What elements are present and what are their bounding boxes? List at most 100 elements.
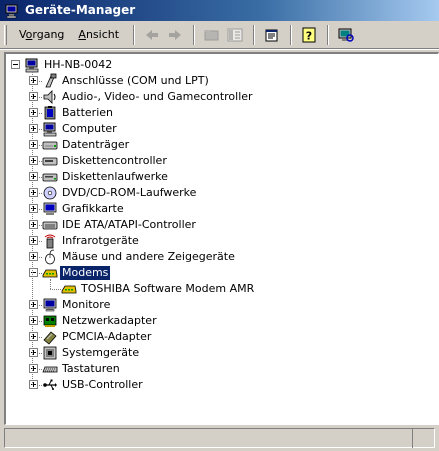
mouse-icon [42,249,58,265]
tree-expander-0[interactable] [29,76,38,85]
arrow-right-icon [169,29,182,40]
tree-category-node[interactable]: Diskettenlaufwerke [42,169,170,185]
tree-expander-6[interactable] [29,172,38,181]
floppy-drive-icon [42,169,58,185]
arrow-left-icon [146,29,159,40]
toolbar-separator [290,24,293,45]
tree-expander-13[interactable] [29,300,38,309]
pcmcia-icon [42,329,58,345]
infrared-icon [42,233,58,249]
tree-expander-10[interactable] [29,236,38,245]
show-hide-tree-icon [227,28,243,41]
floppy-controller-icon [42,153,58,169]
tree-expander-4[interactable] [29,140,38,149]
tree-category-node[interactable]: Infrarotgeräte [42,233,141,249]
tree-category-node[interactable]: Modems [42,265,112,281]
tree-expander-11[interactable] [29,252,38,261]
tree-root-node[interactable]: HH-NB-0042 [24,57,114,73]
scan-hardware-button[interactable] [335,24,357,46]
tree-expander-14[interactable] [29,316,38,325]
display-adapter-icon [42,201,58,217]
tree-category-node[interactable]: Batterien [42,105,115,121]
tree-expander-2[interactable] [29,108,38,117]
tree-expander-1[interactable] [29,92,38,101]
tree-category-node[interactable]: Datenträger [42,137,131,153]
tree-node-label: Datenträger [62,138,130,151]
tree-category-node[interactable]: DVD/CD-ROM-Laufwerke [42,185,198,201]
tree-expander-9[interactable] [29,220,38,229]
menu-vorgang[interactable]: Vorgang [13,25,70,44]
ide-controller-icon [42,217,58,233]
properties-button[interactable] [261,24,283,46]
tree-category-node[interactable]: USB-Controller [42,377,145,393]
tree-node-label: Grafikkarte [62,202,124,215]
tree-category-node[interactable]: Mäuse und andere Zeigegeräte [42,249,237,265]
tree-category-node[interactable]: Audio-, Video- und Gamecontroller [42,89,255,105]
tree-node-label: IDE ATA/ATAPI-Controller [62,218,196,231]
tree-node-label: HH-NB-0042 [44,58,113,71]
menu-ansicht[interactable]: Ansicht [72,25,125,44]
port-icon [42,73,58,89]
system-device-icon [42,345,58,361]
tree-connector-line [50,289,61,290]
network-adapter-icon [42,313,58,329]
tree-category-node[interactable]: Computer [42,121,119,137]
keyboard-icon [42,361,58,377]
tree-category-node[interactable]: Anschlüsse (COM und LPT) [42,73,211,89]
tree-node-label: Netzwerkadapter [62,314,157,327]
tree-node-label: Tastaturen [62,362,120,375]
monitor-icon [42,297,58,313]
tree-category-node[interactable]: Monitore [42,297,112,313]
tree-expander-16[interactable] [29,348,38,357]
disk-drive-icon [42,137,58,153]
tree-category-node[interactable]: Netzwerkadapter [42,313,159,329]
help-button[interactable]: ? [298,24,320,46]
properties-icon [265,29,278,41]
usb-icon [42,377,58,393]
title-bar[interactable]: Geräte-Manager [0,0,439,21]
tree-category-node[interactable]: Systemgeräte [42,345,141,361]
tree-category-node[interactable]: Grafikkarte [42,201,126,217]
tree-node-label: Diskettenlaufwerke [62,170,168,183]
toolbar-separator [133,24,136,45]
tree-expander-root[interactable] [11,60,20,69]
tree-node-label: Computer [62,122,117,135]
tree-expander-5[interactable] [29,156,38,165]
toolbar: Vorgang Ansicht ? [0,21,439,49]
device-manager-window: Geräte-Manager Vorgang Ansicht ? HH-NB-0… [0,0,439,451]
tree-expander-3[interactable] [29,124,38,133]
up-button[interactable] [201,24,223,46]
tree-node-label: Infrarotgeräte [62,234,139,247]
cdrom-icon [42,185,58,201]
tree-connector-line [50,279,51,289]
tree-expander-8[interactable] [29,204,38,213]
folder-up-icon [204,29,219,40]
modem-icon [61,281,77,297]
tree-expander-18[interactable] [29,380,38,389]
tree-expander-17[interactable] [29,364,38,373]
tree-node-label: Systemgeräte [62,346,140,359]
tree-expander-12[interactable] [29,268,38,277]
tree-node-label: USB-Controller [62,378,143,391]
tree-expander-7[interactable] [29,188,38,197]
tree-device-node[interactable]: TOSHIBA Software Modem AMR [61,281,256,297]
toolbar-grip[interactable] [4,24,7,45]
tree-expander-15[interactable] [29,332,38,341]
device-tree[interactable]: HH-NB-0042 Anschlüsse (COM und LPT) Audio-… [4,52,439,425]
back-button[interactable] [141,24,163,46]
tree-category-node[interactable]: Tastaturen [42,361,122,377]
tree-node-label: PCMCIA-Adapter [62,330,152,343]
status-bar-panel [412,428,434,448]
svg-text:?: ? [306,29,312,42]
battery-icon [42,105,58,121]
toolbar-separator [327,24,330,45]
tree-category-node[interactable]: Diskettencontroller [42,153,169,169]
scan-hardware-icon [338,28,354,42]
forward-button[interactable] [164,24,186,46]
tree-category-node[interactable]: PCMCIA-Adapter [42,329,153,345]
tree-category-node[interactable]: IDE ATA/ATAPI-Controller [42,217,198,233]
window-title: Geräte-Manager [25,3,136,17]
tree-connector-line [32,71,33,385]
show-hide-tree-button[interactable] [224,24,246,46]
toolbar-separator [253,24,256,45]
